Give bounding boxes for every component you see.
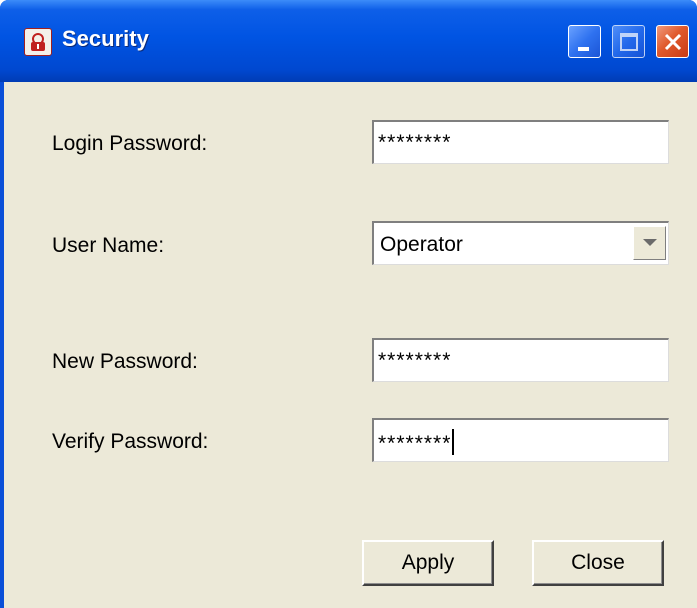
maximize-icon — [620, 33, 638, 51]
apply-button[interactable]: Apply — [362, 540, 494, 586]
close-button[interactable]: Close — [532, 540, 664, 586]
title-bar[interactable]: Security — [0, 0, 697, 82]
login-password-field[interactable]: ******** — [372, 120, 669, 164]
window-title: Security — [62, 26, 149, 51]
security-app-icon — [24, 28, 52, 56]
minimize-icon — [578, 47, 589, 51]
login-password-value: ******** — [378, 131, 452, 154]
new-password-label: New Password: — [52, 350, 198, 373]
new-password-value: ******** — [378, 349, 452, 372]
login-password-label: Login Password: — [52, 132, 208, 155]
security-window: Security Login Password: ******** User N… — [0, 0, 697, 608]
minimize-button[interactable] — [568, 25, 601, 58]
verify-password-value: ******** — [378, 432, 452, 455]
user-name-selected-value: Operator — [380, 233, 463, 256]
verify-password-label: Verify Password: — [52, 430, 209, 453]
new-password-field[interactable]: ******** — [372, 338, 669, 382]
verify-password-field[interactable]: ******** — [372, 418, 669, 462]
close-window-button[interactable] — [656, 25, 689, 58]
close-icon — [664, 33, 682, 51]
text-cursor — [452, 429, 455, 455]
dropdown-button[interactable] — [633, 226, 666, 260]
user-name-label: User Name: — [52, 234, 165, 257]
maximize-button[interactable] — [612, 25, 645, 58]
chevron-down-icon — [643, 239, 657, 246]
user-name-select[interactable]: Operator — [372, 221, 669, 265]
dialog-body: Login Password: ******** User Name: Oper… — [4, 82, 697, 608]
